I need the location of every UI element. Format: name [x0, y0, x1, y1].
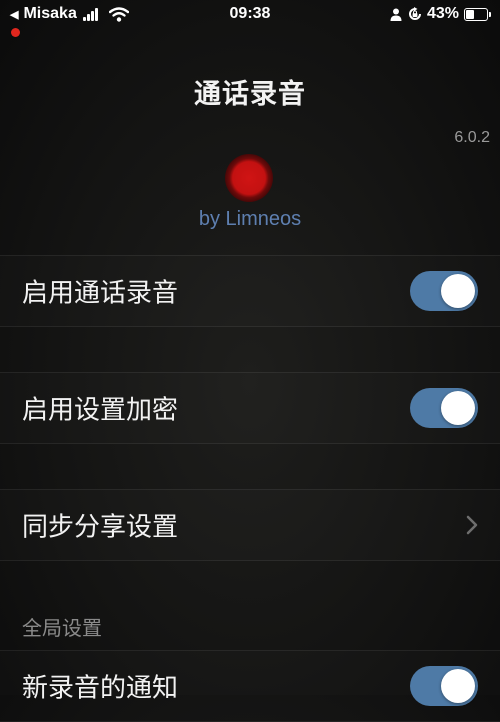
page-title: 通话录音	[194, 79, 306, 110]
author-byline[interactable]: by Limneos	[0, 208, 500, 231]
orientation-lock-icon	[409, 7, 421, 20]
enable-recording-toggle[interactable]	[410, 271, 478, 311]
new-recording-notification-row[interactable]: 新录音的通知	[0, 650, 500, 722]
enable-encryption-label: 启用设置加密	[22, 395, 179, 426]
new-recording-notification-label: 新录音的通知	[22, 673, 179, 704]
toggle-knob	[441, 274, 475, 308]
person-icon	[390, 8, 402, 21]
battery-percent: 43%	[426, 5, 459, 22]
new-recording-notification-toggle[interactable]	[410, 666, 478, 706]
global-settings-header: 全局设置	[22, 616, 102, 640]
recording-indicator-dot	[11, 28, 20, 37]
version-label: 6.0.2	[454, 129, 490, 146]
enable-encryption-row[interactable]: 启用设置加密	[0, 372, 500, 444]
status-bar: ◀ Misaka 09:38 43%	[0, 0, 500, 37]
battery-icon	[464, 7, 491, 21]
toggle-knob	[441, 391, 475, 425]
sync-share-settings-label: 同步分享设置	[22, 512, 179, 543]
toggle-knob	[441, 669, 475, 703]
status-bar-right: 43%	[390, 5, 491, 23]
enable-encryption-toggle[interactable]	[410, 388, 478, 428]
chevron-right-icon	[466, 515, 478, 535]
record-logo-icon	[225, 154, 273, 202]
sync-share-settings-row[interactable]: 同步分享设置	[0, 489, 500, 561]
enable-recording-label: 启用通话录音	[22, 278, 179, 309]
enable-recording-row[interactable]: 启用通话录音	[0, 255, 500, 327]
